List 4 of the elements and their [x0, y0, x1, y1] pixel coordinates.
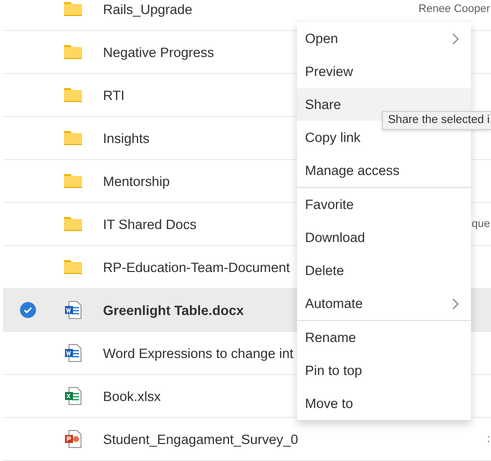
- table-cell: :: [486, 433, 491, 445]
- tooltip: Share the selected i: [382, 111, 491, 130]
- table-cell: Renee Cooper: [418, 3, 491, 15]
- table-cell: que: [472, 218, 491, 230]
